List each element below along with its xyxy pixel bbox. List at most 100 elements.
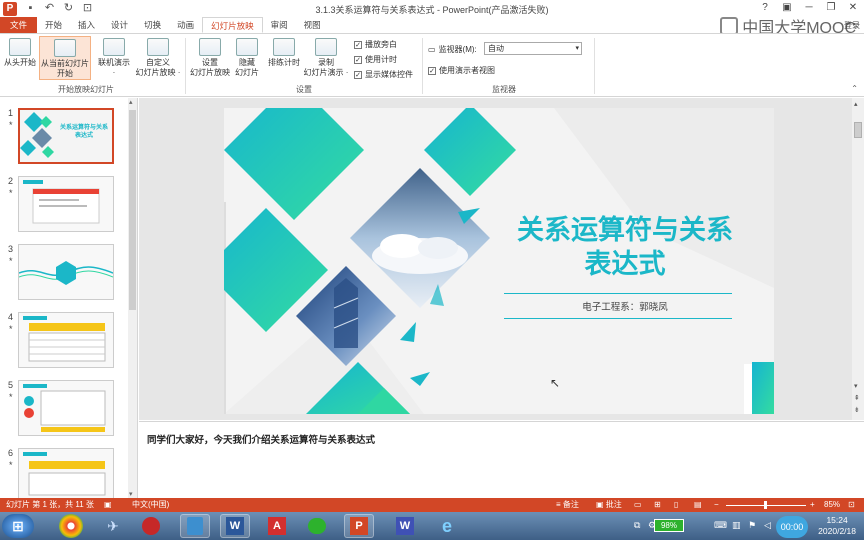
thumbnail-3[interactable]: 3 * bbox=[0, 244, 128, 306]
thumbnail-preview bbox=[18, 312, 114, 368]
comments-toggle-button[interactable]: ▣ 批注 bbox=[596, 498, 622, 512]
zoom-level[interactable]: 85% bbox=[824, 498, 840, 512]
record-label-1: 录制 bbox=[318, 58, 334, 67]
subtitle-divider-bottom bbox=[504, 318, 732, 319]
thumbnail-2[interactable]: 2 * bbox=[0, 176, 128, 238]
setup-slideshow-button[interactable]: 设置 幻灯片放映 bbox=[188, 38, 232, 78]
battery-indicator[interactable]: 98% bbox=[654, 519, 684, 532]
next-slide-icon[interactable]: ⇟ bbox=[854, 406, 860, 414]
red-app-icon[interactable] bbox=[136, 514, 166, 538]
notes-pane[interactable]: 同学们大家好，今天我们介绍关系运算符与关系表达式 bbox=[139, 421, 864, 498]
tab-view[interactable]: 视图 bbox=[296, 17, 329, 33]
powerpoint-icon[interactable]: P bbox=[344, 514, 374, 538]
zoom-slider-thumb[interactable] bbox=[764, 501, 767, 509]
zoom-out-icon[interactable]: − bbox=[714, 498, 719, 512]
thumbnail-scrollbar[interactable]: ▴ ▾ bbox=[128, 98, 137, 498]
thumbnail-preview bbox=[18, 244, 114, 300]
ribbon-separator bbox=[422, 38, 423, 94]
custom-slideshow-label-1: 自定义 bbox=[146, 58, 170, 67]
notes-text[interactable]: 同学们大家好，今天我们介绍关系运算符与关系表达式 bbox=[147, 432, 375, 446]
tab-design[interactable]: 设计 bbox=[103, 17, 136, 33]
thumbnail-animation-star: * bbox=[9, 324, 13, 334]
checkbox-checked-icon: ✓ bbox=[354, 40, 362, 49]
from-start-button[interactable]: 从头开始 bbox=[2, 38, 38, 68]
thumbnail-4[interactable]: 4 * bbox=[0, 312, 128, 374]
clock-date: 2020/2/18 bbox=[818, 526, 856, 536]
thumbnail-scroll-thumb[interactable] bbox=[129, 110, 136, 310]
slideshow-view-icon[interactable]: ▤ bbox=[694, 498, 702, 512]
monitor-select[interactable]: 自动 ▾ bbox=[484, 42, 582, 55]
wechat-icon[interactable] bbox=[302, 514, 332, 538]
custom-slideshow-button[interactable]: 自定义 幻灯片放映 · bbox=[134, 38, 182, 78]
volume-icon[interactable]: ◁ bbox=[764, 520, 771, 531]
slide-scroll-thumb[interactable] bbox=[854, 122, 862, 138]
setup-label-1: 设置 bbox=[202, 58, 218, 67]
scroll-down-icon[interactable]: ▾ bbox=[129, 490, 133, 498]
tab-animations[interactable]: 动画 bbox=[169, 17, 202, 33]
system-clock[interactable]: 15:24 2020/2/18 bbox=[818, 515, 856, 537]
tray-icon[interactable]: ⧉ bbox=[634, 520, 640, 531]
presenter-view-checkbox[interactable]: ✓ 使用演示者视图 bbox=[428, 65, 495, 76]
thumbnail-animation-star: * bbox=[9, 120, 13, 130]
network-icon[interactable]: ▥ bbox=[732, 520, 741, 531]
thumbnail-number: 1 bbox=[8, 108, 14, 118]
spellcheck-icon[interactable]: ▣ bbox=[104, 498, 112, 512]
fit-to-window-icon[interactable]: ⊡ bbox=[848, 498, 855, 512]
notes-toggle-button[interactable]: ≡ 备注 bbox=[556, 498, 579, 512]
bird-app-icon[interactable]: ✈ bbox=[98, 514, 128, 538]
thumbnail-number: 5 bbox=[8, 380, 14, 390]
thumbnail-5[interactable]: 5 * bbox=[0, 380, 128, 442]
word-icon[interactable]: W bbox=[220, 514, 250, 538]
tab-insert[interactable]: 插入 bbox=[70, 17, 103, 33]
monitor-label-wrap: ▭ 监视器(M): bbox=[428, 44, 477, 55]
rehearse-timings-button[interactable]: 排练计时 bbox=[265, 38, 303, 68]
chrome-icon[interactable] bbox=[59, 514, 83, 538]
thumbnail-animation-star: * bbox=[9, 392, 13, 402]
thumbnail-caption: 关系运算符与关系表达式 bbox=[60, 125, 109, 139]
hide-slide-label-1: 隐藏 bbox=[239, 58, 255, 67]
monitor-select-value: 自动 bbox=[488, 44, 504, 53]
scroll-down-icon[interactable]: ▾ bbox=[854, 382, 858, 390]
start-button[interactable]: ⊞ bbox=[2, 514, 34, 538]
keyboard-icon[interactable]: ⌨ bbox=[714, 520, 727, 531]
slide-scrollbar[interactable]: ▴ ▾ ⇞ ⇟ bbox=[852, 98, 864, 420]
tab-review[interactable]: 审阅 bbox=[263, 17, 296, 33]
slide-sorter-icon[interactable]: ⊞ bbox=[654, 498, 661, 512]
tab-transitions[interactable]: 切换 bbox=[136, 17, 169, 33]
record-slideshow-button[interactable]: 录制 幻灯片演示 · bbox=[303, 38, 349, 78]
scroll-up-icon[interactable]: ▴ bbox=[854, 100, 858, 108]
normal-view-icon[interactable]: ▭ bbox=[634, 498, 642, 512]
play-narration-checkbox[interactable]: ✓ 播放旁白 bbox=[354, 39, 397, 50]
scroll-up-icon[interactable]: ▴ bbox=[129, 98, 133, 106]
id-app-icon[interactable] bbox=[180, 514, 210, 538]
tab-file[interactable]: 文件 bbox=[0, 17, 38, 33]
hide-slide-button[interactable]: 隐藏 幻灯片 bbox=[232, 38, 262, 78]
thumbnail-preview bbox=[18, 448, 114, 504]
zoom-in-icon[interactable]: + bbox=[810, 498, 815, 512]
recording-timer-badge[interactable]: 00:00 bbox=[776, 516, 808, 538]
flag-icon[interactable]: ⚑ bbox=[748, 520, 756, 531]
slide-canvas[interactable]: 关系运算符与关系 表达式 电子工程系：郭晓凤 ↖ bbox=[224, 108, 774, 414]
tab-home[interactable]: 开始 bbox=[37, 17, 70, 33]
slide-subtitle[interactable]: 电子工程系：郭晓凤 bbox=[494, 299, 756, 313]
thumbnail-1[interactable]: 1 * 关系运算符与关系表达式 bbox=[0, 108, 128, 170]
slide-count-status: 幻灯片 第 1 张，共 11 张 bbox=[6, 500, 94, 509]
reading-view-icon[interactable]: ▯ bbox=[674, 498, 678, 512]
login-link[interactable]: 登录 bbox=[844, 20, 860, 31]
collapse-ribbon-icon[interactable]: ⌃ bbox=[851, 84, 858, 93]
show-media-controls-checkbox[interactable]: ✓ 显示媒体控件 bbox=[354, 69, 413, 80]
language-status[interactable]: 中文(中国) bbox=[132, 498, 169, 512]
acrobat-icon[interactable]: A bbox=[262, 514, 292, 538]
slide-title[interactable]: 关系运算符与关系 表达式 bbox=[494, 213, 756, 281]
group-label-start: 开始放映幻灯片 bbox=[58, 85, 114, 94]
use-timings-checkbox[interactable]: ✓ 使用计时 bbox=[354, 54, 397, 65]
ie-icon[interactable]: e bbox=[432, 514, 462, 538]
show-media-label: 显示媒体控件 bbox=[365, 70, 413, 79]
online-present-button[interactable]: 联机演示 · bbox=[94, 38, 134, 78]
from-start-label: 从头开始 bbox=[4, 58, 36, 67]
previous-slide-icon[interactable]: ⇞ bbox=[854, 394, 860, 402]
vs-app-icon[interactable]: W bbox=[390, 514, 420, 538]
from-current-button[interactable]: 从当前幻灯片 开始 bbox=[39, 36, 91, 80]
play-narration-label: 播放旁白 bbox=[365, 40, 397, 49]
tab-slideshow[interactable]: 幻灯片放映 bbox=[202, 17, 263, 33]
